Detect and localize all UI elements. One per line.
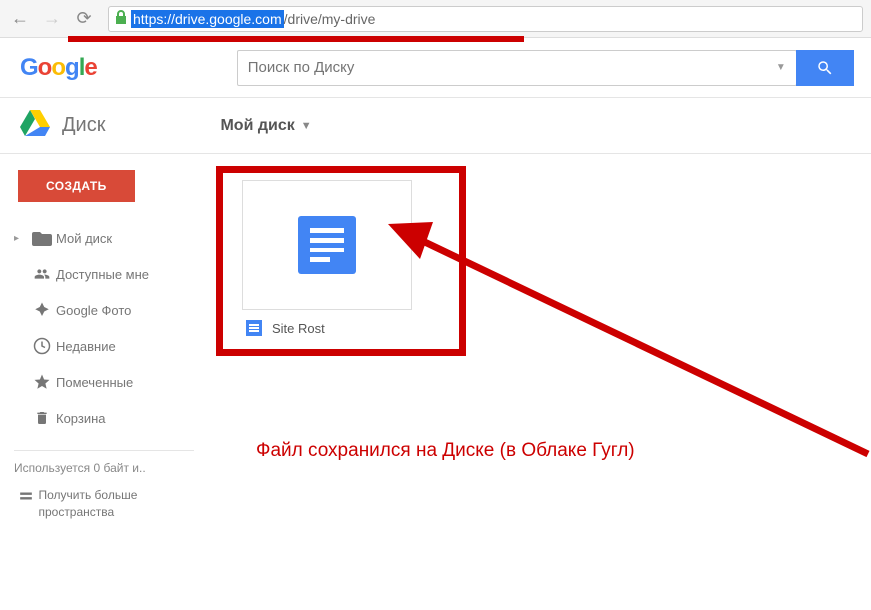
back-button[interactable]: ← — [8, 7, 32, 31]
star-icon — [28, 373, 56, 391]
photos-icon — [28, 301, 56, 319]
trash-icon — [28, 409, 56, 427]
address-bar[interactable]: https://drive.google.com /drive/my-drive — [108, 6, 863, 32]
doc-icon — [298, 216, 356, 274]
search-input[interactable] — [248, 59, 770, 76]
reload-button[interactable]: ⟳ — [72, 7, 96, 31]
shared-icon — [28, 266, 56, 282]
storage-link-label: Получить больше пространства — [38, 487, 194, 521]
google-logo[interactable]: Google — [20, 54, 97, 82]
file-tile[interactable]: Site Rost — [242, 180, 412, 346]
content-area: Site Rost Файл сохранился на Диске (в Об… — [208, 154, 871, 610]
sidebar-item-photos[interactable]: Google Фото — [0, 292, 208, 328]
expand-icon[interactable]: ▸ — [14, 233, 28, 244]
search-button[interactable] — [796, 50, 854, 86]
forward-button[interactable]: → — [40, 7, 64, 31]
annotation-text: Файл сохранился на Диске (в Облаке Гугл) — [256, 440, 635, 462]
storage-upgrade-link[interactable]: Получить больше пространства — [0, 483, 208, 525]
storage-usage: Используется 0 байт и.. — [0, 461, 208, 483]
lock-icon — [115, 10, 127, 27]
sidebar-item-trash[interactable]: Корзина — [0, 400, 208, 436]
search-container: ▼ — [237, 50, 854, 86]
chevron-down-icon: ▼ — [301, 120, 312, 132]
breadcrumb[interactable]: Мой диск ▼ — [220, 117, 311, 135]
sidebar-item-label: Google Фото — [56, 303, 131, 318]
sidebar-item-mydrive[interactable]: ▸ Мой диск — [0, 220, 208, 256]
sidebar-item-shared[interactable]: Доступные мне — [0, 256, 208, 292]
toolbar: Диск Мой диск ▼ — [0, 98, 871, 154]
product-name: Диск — [62, 114, 105, 137]
divider — [14, 450, 194, 451]
search-dropdown-icon[interactable]: ▼ — [776, 62, 786, 73]
annotation-underline — [68, 36, 524, 42]
breadcrumb-label: Мой диск — [220, 117, 294, 135]
search-icon — [816, 59, 834, 77]
create-button[interactable]: СОЗДАТЬ — [18, 170, 135, 202]
drive-icon — [20, 110, 50, 141]
main: СОЗДАТЬ ▸ Мой диск Доступные мне Google … — [0, 154, 871, 610]
doc-icon-small — [246, 320, 262, 336]
sidebar-item-starred[interactable]: Помеченные — [0, 364, 208, 400]
clock-icon — [28, 337, 56, 355]
search-box[interactable]: ▼ — [237, 50, 797, 86]
url-origin: https://drive.google.com — [131, 10, 284, 28]
sidebar: СОЗДАТЬ ▸ Мой диск Доступные мне Google … — [0, 154, 208, 610]
url-path: /drive/my-drive — [284, 11, 376, 27]
annotation-arrow — [378, 204, 871, 464]
sidebar-item-label: Мой диск — [56, 231, 112, 246]
sidebar-item-recent[interactable]: Недавние — [0, 328, 208, 364]
storage-icon — [14, 489, 38, 503]
sidebar-item-label: Помеченные — [56, 375, 133, 390]
file-name: Site Rost — [272, 321, 325, 336]
sidebar-item-label: Доступные мне — [56, 267, 149, 282]
sidebar-item-label: Корзина — [56, 411, 106, 426]
sidebar-item-label: Недавние — [56, 339, 116, 354]
app-header: Google ▼ — [0, 38, 871, 98]
file-thumbnail — [242, 180, 412, 310]
file-label-row: Site Rost — [242, 310, 412, 346]
folder-icon — [28, 230, 56, 246]
browser-chrome: ← → ⟳ https://drive.google.com /drive/my… — [0, 0, 871, 38]
